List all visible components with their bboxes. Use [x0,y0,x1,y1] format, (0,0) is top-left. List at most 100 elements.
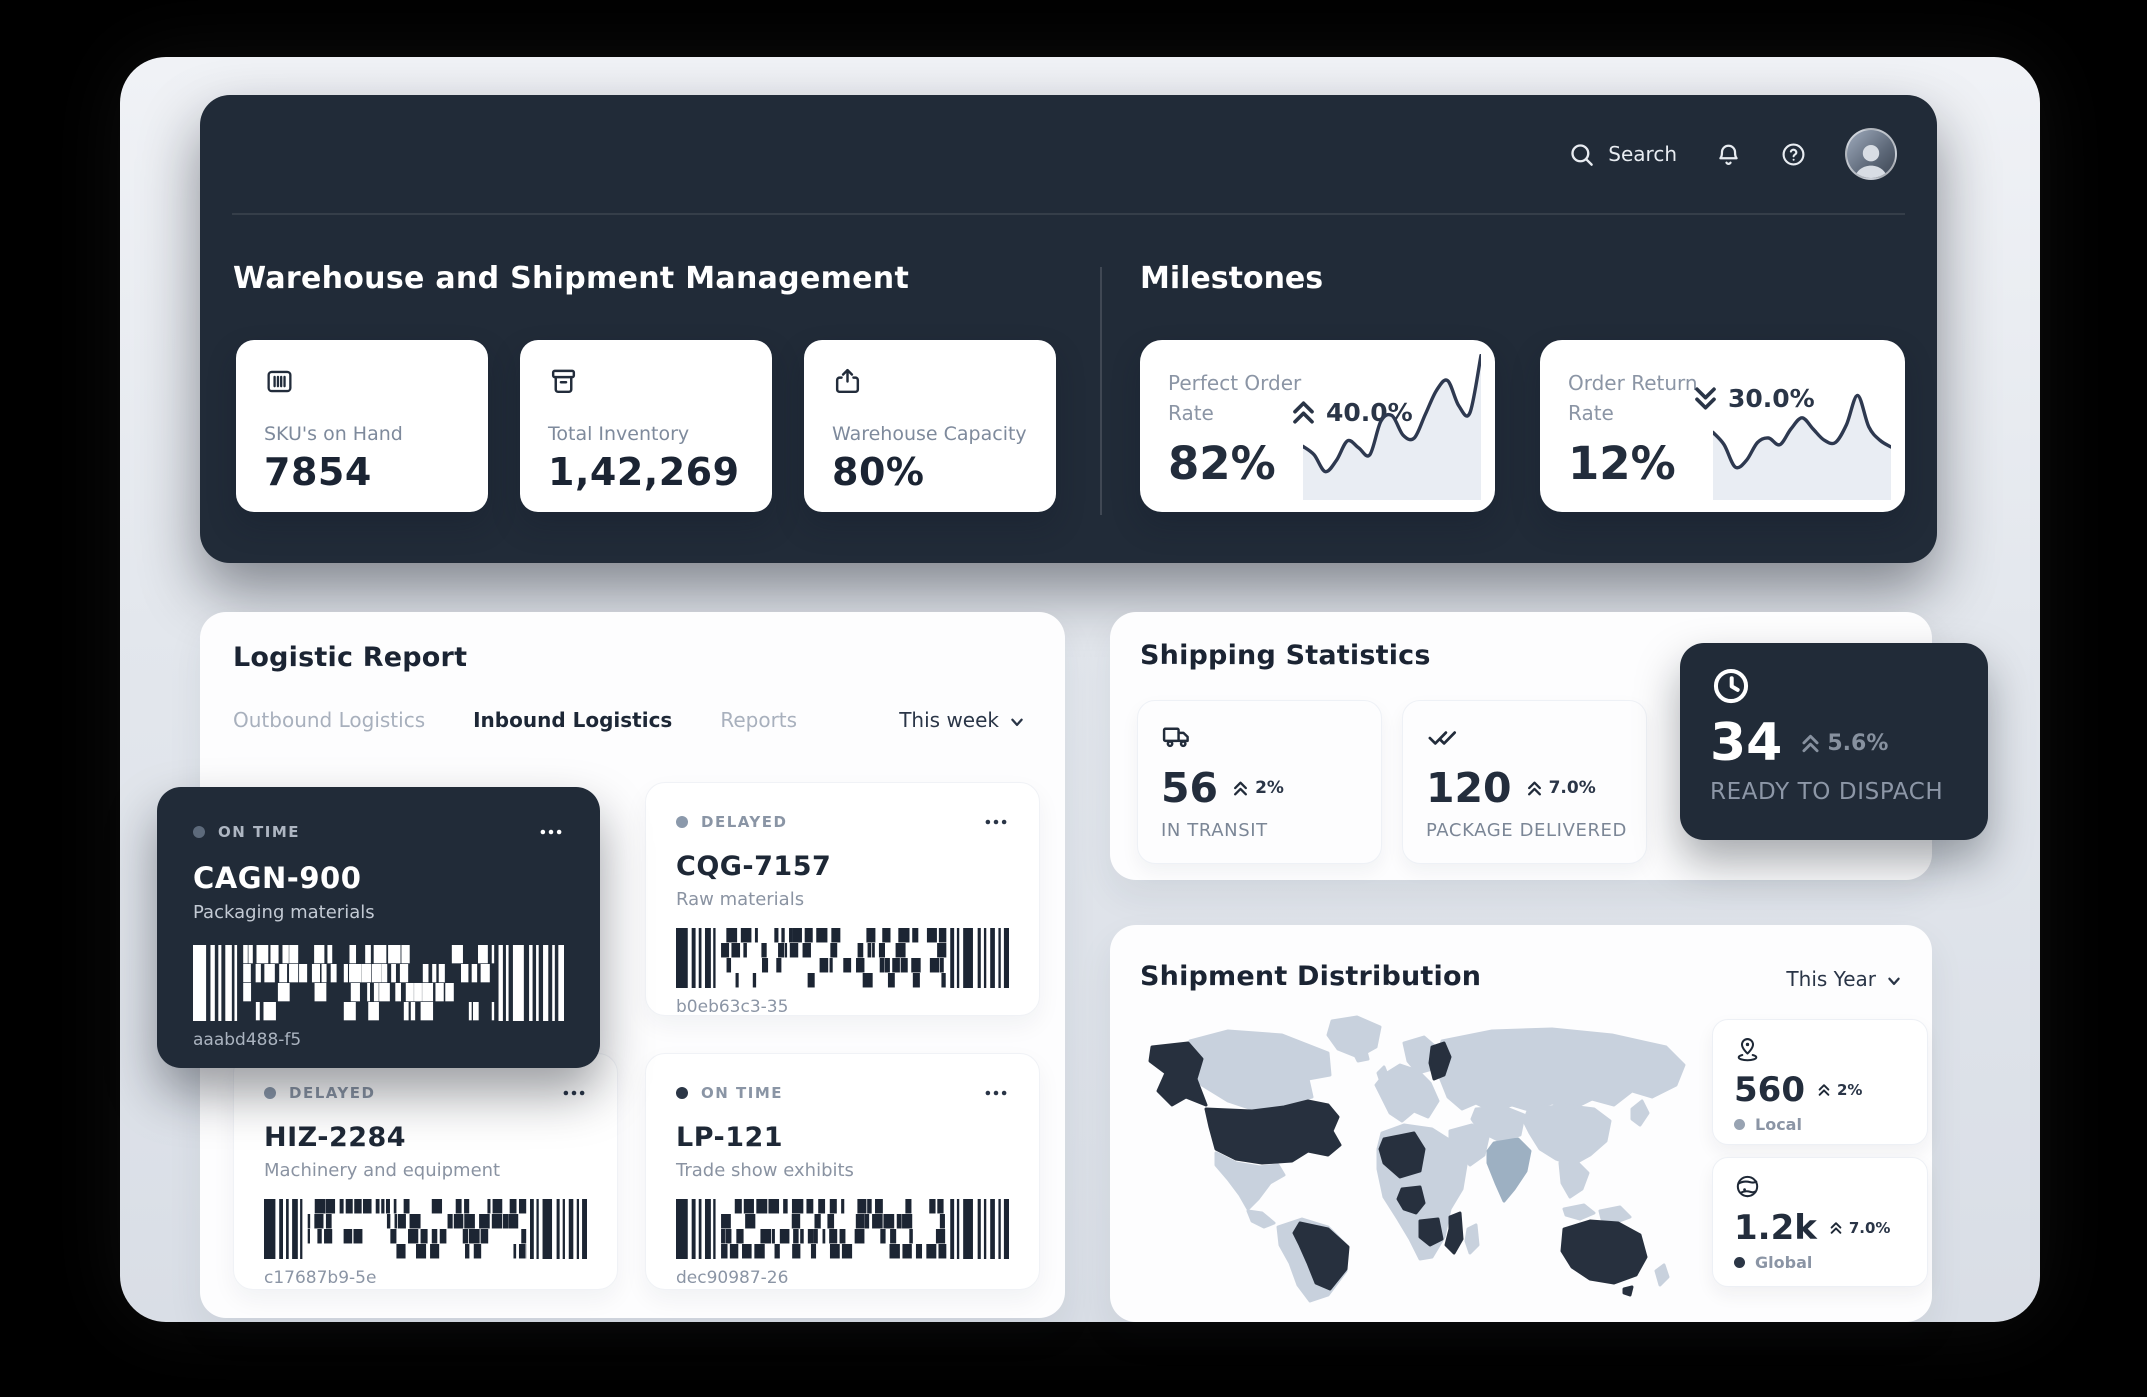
stat-value: 7854 [264,450,460,494]
logistic-period-dropdown[interactable]: This week [899,708,1025,732]
milestone-card[interactable]: Perfect Order Rate40.0%82% [1140,340,1495,512]
chevron-down-icon [1886,973,1902,989]
milestone-sparkline [1303,354,1481,500]
shipment-status-row: DELAYED [676,809,1009,835]
distribution-period-dropdown[interactable]: This Year [1786,967,1902,991]
status-dot [676,1087,688,1099]
status-badge: ON TIME [701,1084,783,1102]
dispatch-value: 34 [1710,713,1782,773]
stat-value: 1,42,269 [548,450,744,494]
shipment-code: CQG-7157 [676,851,1009,882]
globe-icon [1734,1173,1761,1200]
double-chevron-up-icon [1526,780,1543,797]
logistic-report-title: Logistic Report [233,642,467,673]
logistic-tabs: Outbound Logistics Inbound Logistics Repor… [233,708,797,732]
shipping-statistics-panel: Shipping Statistics 562%IN TRANSIT1207.0… [1110,612,1932,880]
tab-inbound-logistics[interactable]: Inbound Logistics [473,708,672,732]
shipment-barcode-id: dec90987-26 [676,1268,1009,1288]
stat-value: 80% [832,450,1028,494]
nav-divider [232,213,1905,215]
shipment-barcode [676,1199,1009,1259]
shipment-code: CAGN-900 [193,861,564,895]
status-badge: DELAYED [289,1084,376,1102]
search-button[interactable]: Search [1568,141,1677,168]
shipment-description: Packaging materials [193,902,564,923]
stat-value: 120 [1426,764,1512,812]
barcode-icon [264,366,295,397]
milestone-cards: Perfect Order Rate40.0%82% Order Return R… [1140,340,1905,512]
milestone-value: 82% [1168,437,1276,490]
hero-stat-card[interactable]: SKU's on Hand7854 [236,340,488,512]
stat-label: PACKAGE DELIVERED [1426,820,1623,841]
page-title: Warehouse and Shipment Management [233,261,909,296]
double-chevron-up-icon [1232,780,1249,797]
status-badge: DELAYED [701,813,788,831]
shipment-barcode-id: c17687b9-5e [264,1268,587,1288]
shipment-description: Machinery and equipment [264,1160,587,1181]
double-chevron-up-icon [1817,1083,1831,1097]
chevron-down-icon [1009,714,1025,730]
hero-stat-card[interactable]: Warehouse Capacity 80% [804,340,1056,512]
badge-footer: Global [1734,1253,1906,1272]
double-check-icon [1426,721,1457,752]
ellipsis-menu-icon[interactable] [983,1080,1009,1106]
search-icon [1568,141,1595,168]
shipment-description: Raw materials [676,889,1009,910]
milestones-title: Milestones [1140,261,1323,296]
help-icon[interactable] [1780,141,1807,168]
delta: 2% [1817,1081,1862,1099]
shipping-stat-card[interactable]: 120 7.0% PACKAGE DELIVERED [1402,700,1647,864]
shipment-description: Trade show exhibits [676,1160,1009,1181]
hero-stat-cards: SKU's on Hand7854Total Inventory1,42,269… [236,340,1056,512]
hero-stat-card[interactable]: Total Inventory1,42,269 [520,340,772,512]
badge-value: 1.2k [1734,1208,1817,1248]
bell-icon[interactable] [1715,141,1742,168]
badge-label: Global [1755,1253,1812,1272]
world-map [1128,1013,1706,1308]
ellipsis-menu-icon[interactable] [561,1080,587,1106]
double-chevron-up-icon [1800,733,1821,754]
double-chevron-up-icon [1829,1221,1843,1235]
shipment-status-row: DELAYED [264,1080,587,1106]
stat-label: IN TRANSIT [1161,820,1358,841]
shipment-card[interactable]: ON TIMECAGN-900Packaging materialsaaabd4… [157,787,600,1068]
shipment-distribution-panel: Shipment Distribution This Year [1110,925,1932,1322]
shipment-code: LP-121 [676,1122,1009,1153]
badge-footer: Local [1734,1115,1906,1134]
avatar[interactable] [1845,128,1897,180]
distribution-badge[interactable]: 5602%Local [1712,1019,1928,1145]
inventory-icon [548,366,579,397]
delta: 7.0% [1526,778,1596,798]
top-nav: Search [200,95,1937,213]
delta: 7.0% [1829,1219,1891,1237]
truck-icon [1161,721,1192,752]
shipment-status-row: ON TIME [676,1080,1009,1106]
status-dot [676,816,688,828]
tab-outbound-logistics[interactable]: Outbound Logistics [233,708,425,732]
shipping-stat-card[interactable]: 562%IN TRANSIT [1137,700,1382,864]
shipment-card[interactable]: ON TIME LP-121 Trade show exhibits dec90987… [645,1053,1040,1290]
distribution-badge[interactable]: 1.2k 7.0% Global [1712,1157,1928,1287]
shipment-barcode-id: aaabd488-f5 [193,1030,564,1050]
stat-label: Warehouse Capacity [832,423,1028,445]
ellipsis-menu-icon[interactable] [538,819,564,845]
milestone-value: 12% [1568,437,1676,490]
badge-dot [1734,1119,1745,1130]
status-dot [264,1087,276,1099]
shipment-card[interactable]: DELAYED CQG-7157 Raw materials b0eb63c3-35 [645,782,1040,1016]
capacity-icon [832,366,863,397]
ellipsis-menu-icon[interactable] [983,809,1009,835]
tab-reports[interactable]: Reports [720,708,797,732]
app-shell: Search Warehouse and Shipment Management… [120,57,2040,1322]
milestone-card[interactable]: Order Return Rate30.0%12% [1540,340,1905,512]
dashboard: Search Warehouse and Shipment Management… [0,0,2147,1397]
shipment-card[interactable]: DELAYED HIZ-2284 Machinery and equipment c1… [233,1053,618,1290]
shipment-barcode-id: b0eb63c3-35 [676,997,1009,1017]
distribution-period-label: This Year [1786,967,1876,991]
hero-section-divider [1100,267,1102,515]
shipment-code: HIZ-2284 [264,1122,587,1153]
logistic-report-panel: Logistic Report Outbound Logistics Inboun… [200,612,1065,1318]
status-dot [193,826,205,838]
ready-to-dispatch-card[interactable]: 34 5.6% READY TO DISPACH [1680,643,1988,840]
badge-dot [1734,1257,1745,1268]
